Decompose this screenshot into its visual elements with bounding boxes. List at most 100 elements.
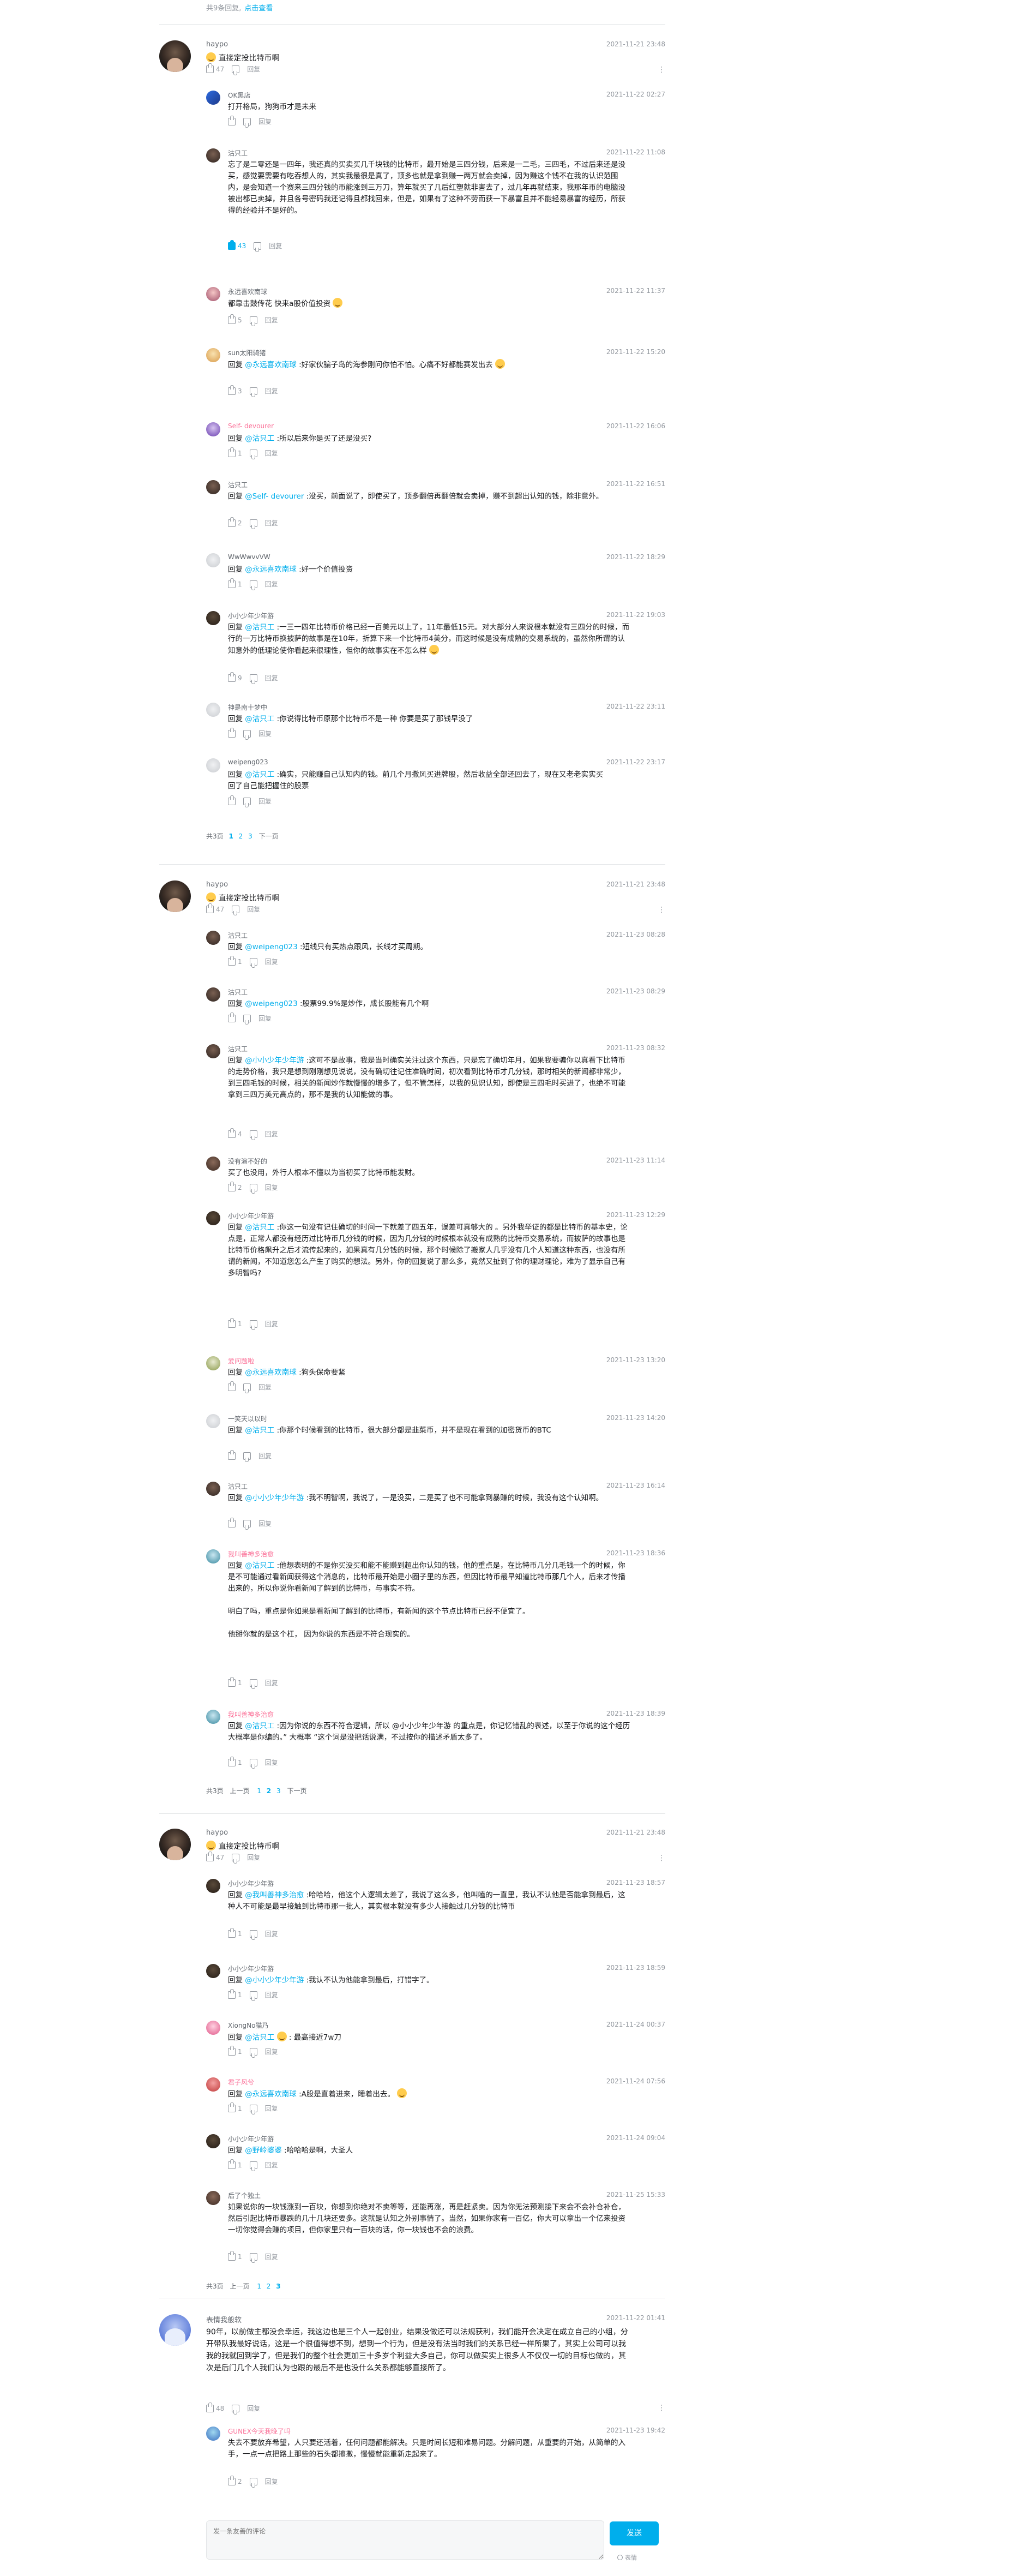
thumb-up-icon[interactable] <box>228 2045 236 2056</box>
reply-author[interactable]: 我叫善神多治愈 <box>228 1710 274 1719</box>
avatar[interactable] <box>206 91 220 105</box>
reply-author[interactable]: weipeng023 <box>228 758 268 766</box>
more-options-icon[interactable]: ⋮ <box>658 1854 665 1862</box>
thumb-down-icon[interactable] <box>243 1383 251 1391</box>
emoji-option[interactable]: 表情 <box>617 2553 637 2562</box>
thumb-up-icon[interactable] <box>228 1517 236 1527</box>
avatar[interactable] <box>206 2134 220 2148</box>
avatar[interactable] <box>206 1157 220 1171</box>
avatar[interactable] <box>206 348 220 362</box>
pager-page[interactable]: 1 <box>228 832 233 840</box>
reply-button[interactable]: 回复 <box>247 1853 260 1862</box>
reply-button[interactable]: 回复 <box>258 1451 272 1460</box>
thumb-down-icon[interactable] <box>249 1991 257 1999</box>
thumb-up-icon[interactable] <box>206 903 214 913</box>
comment-author[interactable]: 表情我般软 <box>206 2314 242 2325</box>
reply-author[interactable]: 爱问题啦 <box>228 1356 254 1365</box>
thumb-down-icon[interactable] <box>243 1519 251 1527</box>
send-button[interactable]: 发送 <box>610 2521 659 2545</box>
thumb-down-icon[interactable] <box>249 1679 257 1687</box>
thumb-down-icon[interactable] <box>249 449 257 457</box>
mention-link[interactable]: @沽只工 <box>245 1223 274 1232</box>
pager-page[interactable]: 2 <box>267 2283 271 2290</box>
mention-link[interactable]: @weipeng023 <box>245 999 297 1008</box>
thumb-down-icon[interactable] <box>249 519 257 527</box>
mention-link[interactable]: @永远喜欢南球 <box>245 565 297 574</box>
pager-page[interactable]: 1 <box>257 1787 261 1795</box>
avatar[interactable] <box>206 1356 220 1370</box>
reply-author[interactable]: 小小少年少年游 <box>228 2134 274 2143</box>
thumb-up-icon[interactable] <box>206 2402 214 2412</box>
avatar[interactable] <box>206 2077 220 2092</box>
reply-button[interactable]: 回复 <box>265 315 278 325</box>
reply-button[interactable]: 回复 <box>265 518 278 528</box>
mention-link[interactable]: @沽只工 <box>245 623 274 632</box>
avatar[interactable] <box>206 758 220 772</box>
thumb-down-icon[interactable] <box>232 1853 240 1861</box>
mention-link[interactable]: @沽只工 <box>245 1722 274 1730</box>
reply-button[interactable]: 回复 <box>265 2252 278 2261</box>
thumb-down-icon[interactable] <box>232 2404 240 2412</box>
reply-author[interactable]: 沽只工 <box>228 148 248 158</box>
thumb-down-icon[interactable] <box>249 2161 257 2169</box>
thumb-down-icon[interactable] <box>243 1452 251 1460</box>
thumb-up-icon[interactable] <box>206 1851 214 1861</box>
reply-button[interactable]: 回复 <box>258 1519 272 1528</box>
thumb-up-icon[interactable] <box>228 727 236 738</box>
reply-button[interactable]: 回复 <box>258 729 272 738</box>
reply-author[interactable]: 小小少年少年游 <box>228 1879 274 1888</box>
thumb-up-icon[interactable] <box>228 2102 236 2112</box>
reply-button[interactable]: 回复 <box>265 1129 278 1139</box>
reply-author[interactable]: GUNEX今天我晚了吗 <box>228 2427 291 2436</box>
thumb-down-icon[interactable] <box>249 387 257 395</box>
comment-input[interactable] <box>206 2520 604 2560</box>
reply-button[interactable]: 回复 <box>265 579 278 589</box>
mention-link[interactable]: @我叫善神多治愈 <box>245 1891 304 1900</box>
avatar[interactable] <box>206 1964 220 1978</box>
reply-author[interactable]: XiongNo猫乃 <box>228 2021 268 2030</box>
reply-author[interactable]: Self- devourer <box>228 422 274 430</box>
reply-author[interactable]: 小小少年少年游 <box>228 611 274 620</box>
avatar[interactable] <box>206 553 220 567</box>
reply-author[interactable]: 沽只工 <box>228 1482 248 1491</box>
pager-next[interactable]: 下一页 <box>287 1787 306 1795</box>
thumb-up-icon[interactable] <box>228 1128 236 1138</box>
avatar[interactable] <box>206 2427 220 2441</box>
thumb-up-icon[interactable] <box>228 795 236 805</box>
reply-author[interactable]: 小小少年少年游 <box>228 1211 274 1220</box>
avatar[interactable] <box>206 148 220 163</box>
avatar[interactable] <box>206 1482 220 1496</box>
reply-author[interactable]: 沽只工 <box>228 480 248 489</box>
reply-button[interactable]: 回复 <box>265 1319 278 1328</box>
reply-button[interactable]: 回复 <box>265 2477 278 2486</box>
pager-page[interactable]: 1 <box>257 2283 261 2290</box>
reply-button[interactable]: 回复 <box>258 1382 272 1392</box>
reply-author[interactable]: 一笑天以以时 <box>228 1414 267 1423</box>
thumb-down-icon[interactable] <box>249 1758 257 1766</box>
thumb-up-icon[interactable] <box>228 1927 236 1938</box>
reply-author[interactable]: 没有演不好的 <box>228 1157 267 1166</box>
view-replies-link[interactable]: 点击查看 <box>244 4 273 13</box>
thumb-down-icon[interactable] <box>249 674 257 682</box>
avatar[interactable] <box>206 1549 220 1563</box>
thumb-up-icon[interactable] <box>228 447 236 457</box>
reply-button[interactable]: 回复 <box>265 957 278 966</box>
avatar[interactable] <box>159 2314 191 2346</box>
avatar[interactable] <box>206 931 220 945</box>
mention-link[interactable]: @沽只工 <box>245 1561 274 1570</box>
reply-button[interactable]: 回复 <box>265 1678 278 1687</box>
reply-author[interactable]: 沽只工 <box>228 931 248 940</box>
reply-button[interactable]: 回复 <box>269 241 282 250</box>
reply-button[interactable]: 回复 <box>258 117 272 126</box>
thumb-down-icon[interactable] <box>249 1930 257 1938</box>
pager-page[interactable]: 2 <box>267 1787 271 1795</box>
thumb-up-icon[interactable] <box>228 578 236 588</box>
mention-link[interactable]: @野岭婆婆 <box>245 2146 282 2155</box>
thumb-down-icon[interactable] <box>249 2252 257 2261</box>
reply-button[interactable]: 回复 <box>265 673 278 682</box>
thumb-up-icon[interactable] <box>228 1012 236 1022</box>
reply-button[interactable]: 回复 <box>247 64 260 74</box>
reply-button[interactable]: 回复 <box>247 904 260 914</box>
comment-author[interactable]: haypo <box>206 880 228 889</box>
pager-page[interactable]: 3 <box>248 832 252 840</box>
